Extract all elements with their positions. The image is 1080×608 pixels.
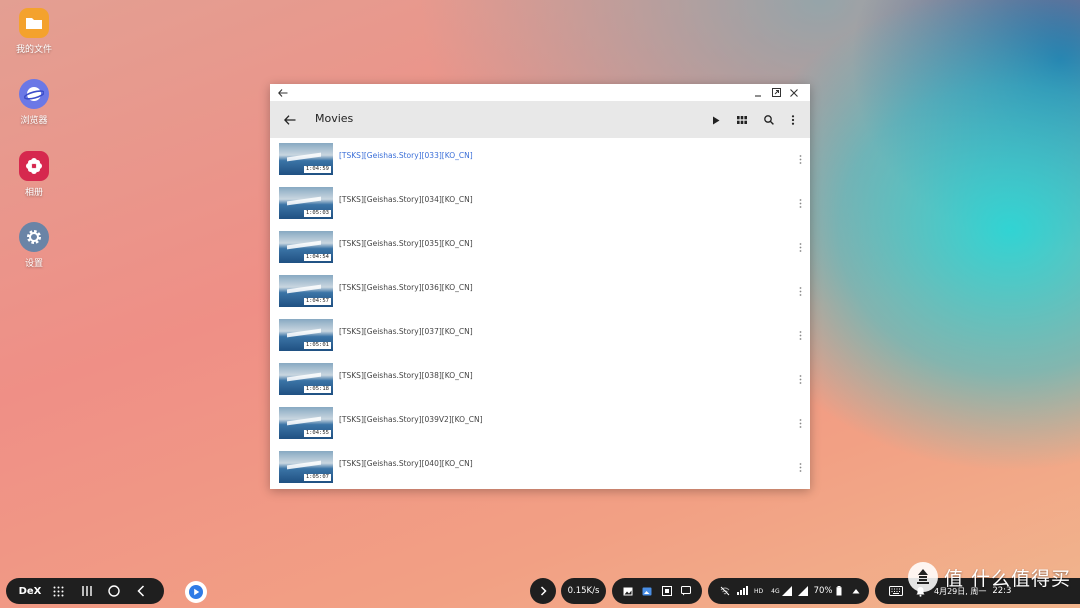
video-duration: 1:04:57 — [303, 298, 331, 305]
apps-grid-icon[interactable] — [42, 586, 74, 597]
desktop-icon-gallery[interactable]: 相册 — [8, 151, 60, 198]
chevron-up-icon[interactable] — [852, 588, 860, 594]
list-item[interactable]: 1:04:57 [TSKS][Geishas.Story][036][KO_CN… — [270, 271, 810, 315]
video-thumbnail: 1:04:59 — [279, 143, 333, 175]
video-name: [TSKS][Geishas.Story][040][KO_CN] — [339, 459, 473, 468]
video-name: [TSKS][Geishas.Story][037][KO_CN] — [339, 327, 473, 336]
dex-button[interactable]: DeX — [6, 586, 42, 597]
play-icon[interactable] — [706, 110, 726, 130]
item-more-icon[interactable] — [796, 284, 804, 298]
battery-percentage: 70% — [813, 586, 833, 596]
keyboard-icon[interactable] — [889, 586, 903, 596]
search-icon[interactable] — [759, 110, 779, 130]
item-more-icon[interactable] — [796, 328, 804, 342]
video-duration: 1:05:01 — [303, 342, 331, 349]
video-duration: 1:05:03 — [303, 210, 331, 217]
video-thumbnail: 1:04:54 — [279, 231, 333, 263]
list-item[interactable]: 1:04:59 [TSKS][Geishas.Story][033][KO_CN… — [270, 139, 810, 183]
network-speed: 0.15K/s — [561, 578, 606, 604]
cellular-signal-icon — [781, 586, 792, 596]
page-title: Movies — [315, 112, 354, 125]
item-more-icon[interactable] — [796, 196, 804, 210]
desktop-icon-my-files[interactable]: 我的文件 — [8, 8, 60, 55]
window-back-icon[interactable] — [274, 84, 292, 101]
desktop-icon-label: 设置 — [24, 259, 43, 269]
video-name: [TSKS][Geishas.Story][036][KO_CN] — [339, 283, 473, 292]
video-thumbnail: 1:04:55 — [279, 407, 333, 439]
item-more-icon[interactable] — [796, 240, 804, 254]
signal-icon — [737, 586, 748, 595]
gallery-notification-icon[interactable] — [642, 587, 652, 596]
maximize-icon[interactable] — [767, 84, 785, 101]
item-more-icon[interactable] — [796, 152, 804, 166]
video-thumbnail: 1:05:18 — [279, 363, 333, 395]
hd-label: HD — [754, 587, 764, 595]
message-notification-icon[interactable] — [681, 586, 692, 596]
list-item[interactable]: 1:05:18 [TSKS][Geishas.Story][038][KO_CN… — [270, 359, 810, 403]
network-type-label: 4G — [771, 587, 780, 595]
browser-icon — [19, 79, 49, 109]
watermark-text: 值 什么值得买 — [944, 567, 1072, 590]
video-player-window: Movies 1:04:59 [TSKS][Geishas.Story][033… — [270, 84, 810, 489]
desktop-icon-label: 我的文件 — [15, 45, 52, 55]
back-icon[interactable] — [128, 585, 154, 597]
desktop-icon-browser[interactable]: 浏览器 — [8, 79, 60, 126]
gear-icon — [19, 222, 49, 252]
video-name: [TSKS][Geishas.Story][035][KO_CN] — [339, 239, 473, 248]
battery-icon — [836, 586, 842, 596]
desktop-icon-settings[interactable]: 设置 — [8, 222, 60, 269]
list-item[interactable]: 1:05:07 [TSKS][Geishas.Story][040][KO_CN… — [270, 447, 810, 491]
image-notification-icon[interactable] — [623, 587, 633, 596]
gallery-icon — [19, 151, 49, 181]
screenshot-notification-icon[interactable] — [661, 586, 672, 596]
chevron-right-icon — [540, 586, 547, 596]
list-item[interactable]: 1:04:55 [TSKS][Geishas.Story][039V2][KO_… — [270, 403, 810, 447]
video-app-taskbar-icon[interactable] — [185, 581, 207, 603]
list-item[interactable]: 1:04:54 [TSKS][Geishas.Story][035][KO_CN… — [270, 227, 810, 271]
video-name: [TSKS][Geishas.Story][034][KO_CN] — [339, 195, 473, 204]
more-options-icon[interactable] — [783, 110, 803, 130]
network-speed-value: 0.15K/s — [567, 586, 600, 596]
cellular-signal-2-icon — [797, 586, 808, 596]
minimize-icon[interactable] — [749, 84, 767, 101]
window-titlebar[interactable] — [270, 84, 810, 101]
video-thumbnail: 1:05:03 — [279, 187, 333, 219]
video-duration: 1:04:55 — [303, 430, 331, 437]
item-more-icon[interactable] — [796, 460, 804, 474]
video-list: 1:04:59 [TSKS][Geishas.Story][033][KO_CN… — [270, 139, 810, 491]
video-duration: 1:04:59 — [303, 166, 331, 173]
folder-icon — [19, 8, 49, 38]
grid-view-icon[interactable] — [732, 110, 752, 130]
item-more-icon[interactable] — [796, 372, 804, 386]
watermark-logo — [908, 562, 938, 592]
desktop-icon-label: 相册 — [24, 188, 43, 198]
recent-apps-icon[interactable] — [74, 585, 100, 597]
home-icon[interactable] — [100, 585, 128, 597]
app-toolbar: Movies — [270, 101, 810, 138]
video-duration: 1:04:54 — [303, 254, 331, 261]
video-duration: 1:05:18 — [303, 386, 331, 393]
close-icon[interactable] — [785, 84, 803, 101]
video-thumbnail: 1:05:07 — [279, 451, 333, 483]
tray-expand-button[interactable] — [530, 578, 556, 604]
item-more-icon[interactable] — [796, 416, 804, 430]
back-arrow-icon[interactable] — [280, 110, 300, 130]
notification-tray[interactable] — [612, 578, 702, 604]
watermark: 值 什么值得买 — [908, 562, 1071, 592]
video-duration: 1:05:07 — [303, 474, 331, 481]
list-item[interactable]: 1:05:01 [TSKS][Geishas.Story][037][KO_CN… — [270, 315, 810, 359]
status-tray[interactable]: HD 4G 70% — [708, 578, 869, 604]
wifi-off-icon — [720, 586, 730, 596]
desktop-icon-label: 浏览器 — [20, 116, 48, 126]
video-name: [TSKS][Geishas.Story][039V2][KO_CN] — [339, 415, 483, 424]
list-item[interactable]: 1:05:03 [TSKS][Geishas.Story][034][KO_CN… — [270, 183, 810, 227]
video-thumbnail: 1:04:57 — [279, 275, 333, 307]
navigation-bar: DeX — [6, 578, 164, 604]
video-thumbnail: 1:05:01 — [279, 319, 333, 351]
video-name: [TSKS][Geishas.Story][038][KO_CN] — [339, 371, 473, 380]
video-name: [TSKS][Geishas.Story][033][KO_CN] — [339, 151, 473, 160]
